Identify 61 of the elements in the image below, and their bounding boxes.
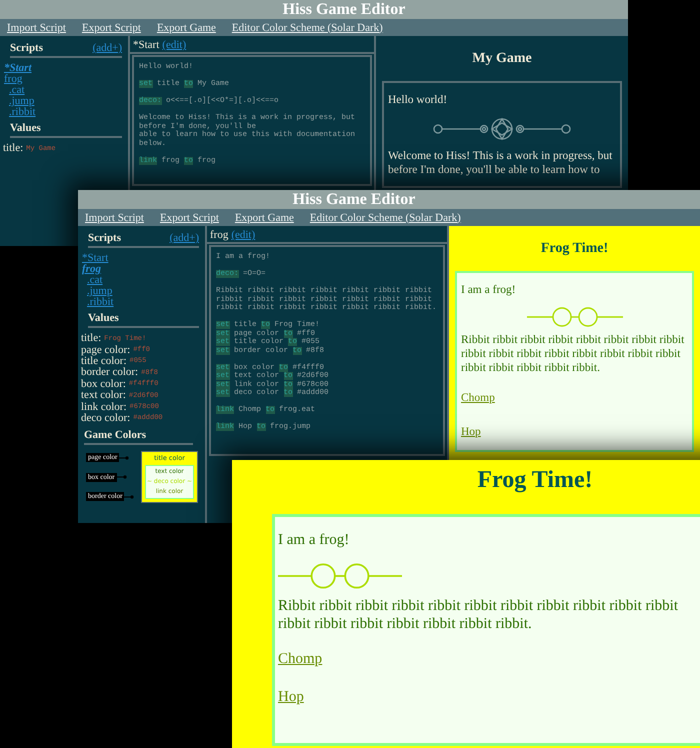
- script-link[interactable]: .jump: [9, 96, 34, 107]
- section-header: Scripts: [10, 42, 43, 55]
- script-link[interactable]: frog: [4, 74, 22, 85]
- add-script-link[interactable]: (add+): [170, 232, 199, 245]
- value-label: title:: [3, 143, 24, 154]
- value-label: box color:: [81, 378, 126, 390]
- pointer-icon: [119, 456, 130, 460]
- pointer-icon: [124, 494, 134, 499]
- value-label: page color:: [81, 344, 130, 356]
- script-link[interactable]: .jump: [87, 286, 112, 297]
- game-title: Frog Time!: [476, 466, 594, 495]
- game-paragraph: Welcome to Hiss! This is a work in progress, but before I'm done, you'll be able to learn how to: [388, 149, 614, 177]
- section-header: Values: [10, 122, 122, 138]
- game-paragraph: Hello world!: [388, 93, 448, 107]
- section-header: Game Colors: [84, 429, 193, 446]
- game-title: Frog Time!: [540, 240, 610, 258]
- add-script-link[interactable]: (add+): [92, 42, 122, 55]
- script-name: frog: [210, 228, 228, 243]
- window-title: Hiss Game Editor: [292, 190, 416, 208]
- menu-link[interactable]: Export Game: [234, 212, 294, 224]
- edit-link[interactable]: (edit): [162, 37, 186, 54]
- menu-link[interactable]: Export Game: [156, 22, 216, 34]
- game-link[interactable]: Hop: [278, 689, 304, 705]
- script-link[interactable]: .cat: [87, 275, 103, 286]
- script-name: *Start: [133, 38, 160, 53]
- code-editor[interactable]: [132, 55, 372, 186]
- edit-link[interactable]: (edit): [231, 227, 256, 244]
- script-link[interactable]: *Start: [82, 253, 108, 264]
- game-paragraph: Ribbit ribbit ribbit ribbit ribbit ribbit ribbit ribbit ribbit ribbit ribbit ribbit ribbit ribbit ribbit ribbit ribbit ribbit.: [278, 597, 679, 633]
- value-label: title color:: [81, 356, 127, 367]
- game-link[interactable]: Chomp: [461, 392, 495, 404]
- section-header: Values: [88, 312, 199, 328]
- ring-divider-icon: [278, 563, 402, 589]
- game-link[interactable]: Chomp: [278, 651, 322, 667]
- script-link[interactable]: .ribbit: [87, 297, 114, 308]
- pointer-icon: [116, 475, 127, 480]
- game-title: My Game: [471, 50, 533, 68]
- menu-link[interactable]: Editor Color Scheme (Solar Dark): [310, 212, 461, 224]
- window-title: Hiss Game Editor: [282, 0, 406, 18]
- code-editor[interactable]: [209, 245, 445, 456]
- game-paragraph: I am a frog!: [461, 283, 517, 297]
- value-label: link color:: [81, 402, 127, 413]
- game-link[interactable]: Hop: [461, 426, 481, 438]
- section-header: Scripts: [88, 232, 121, 245]
- value-label: text color:: [81, 390, 126, 402]
- ornate-divider-icon: [432, 117, 572, 141]
- menu-link[interactable]: Import Script: [85, 212, 144, 224]
- value-label: deco color:: [81, 412, 130, 424]
- script-link[interactable]: .cat: [9, 85, 25, 96]
- value-label: border color:: [81, 367, 138, 378]
- menu-link[interactable]: Editor Color Scheme (Solar Dark): [232, 22, 383, 34]
- menu-link[interactable]: Export Script: [160, 212, 219, 224]
- script-link[interactable]: .ribbit: [9, 107, 36, 118]
- game-paragraph: Ribbit ribbit ribbit ribbit ribbit ribbit ribbit ribbit ribbit ribbit ribbit ribbit ribbit ribbit ribbit ribbit ribbit ribbit ribbit ribbit ribbit.: [461, 333, 686, 375]
- menu-link[interactable]: Import Script: [7, 22, 66, 34]
- script-link[interactable]: frog: [82, 264, 101, 275]
- value-label: title:: [81, 333, 102, 344]
- script-link[interactable]: *Start: [4, 63, 32, 74]
- ring-divider-icon: [526, 307, 622, 327]
- game-paragraph: I am a frog!: [278, 531, 350, 549]
- menu-link[interactable]: Export Script: [82, 22, 141, 34]
